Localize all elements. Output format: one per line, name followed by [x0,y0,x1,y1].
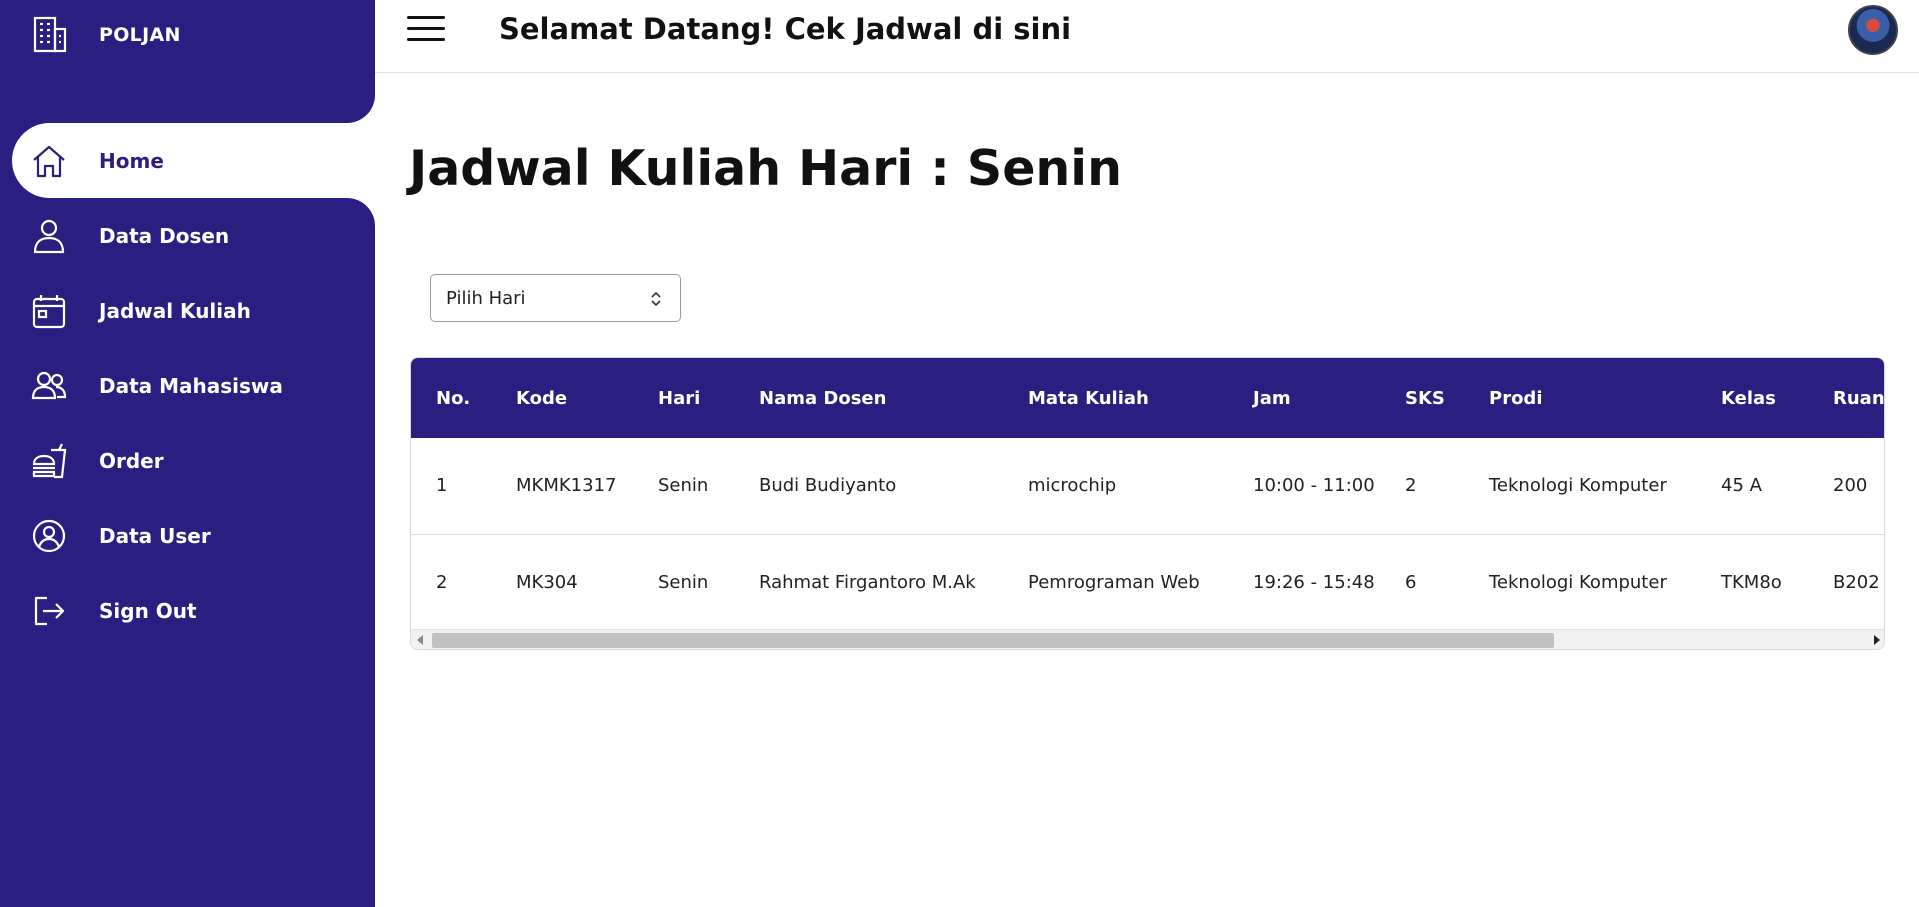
day-select[interactable]: Pilih Hari [430,274,681,322]
brand-label: POLJAN [99,24,181,46]
avatar[interactable] [1848,5,1898,55]
column-header: Nama Dosen [759,387,887,409]
column-header: Mata Kuliah [1028,387,1149,409]
table-header-row: No. Kode Hari Nama Dosen Mata Kuliah Jam… [411,358,1885,438]
table-row: 1 MKMK1317 Senin Budi Budiyanto microchi… [411,438,1884,534]
table-row: 2 MK304 Senin Rahmat Firgantoro M.Ak Pem… [411,533,1884,630]
column-header: Jam [1253,387,1291,409]
sidebar-item-data-user[interactable]: Data User [0,498,375,573]
sidebar-item-sign-out[interactable]: Sign Out [0,573,375,648]
sidebar-item-label: Data Mahasiswa [99,374,283,398]
fastfood-icon [32,443,67,479]
table-cell: MKMK1317 [516,475,617,497]
sidebar-item-jadwal-kuliah[interactable]: Jadwal Kuliah [0,273,375,348]
brand[interactable]: POLJAN [0,0,375,123]
page-title: Jadwal Kuliah Hari : Senin [409,140,1122,197]
schedule-table-container: No. Kode Hari Nama Dosen Mata Kuliah Jam… [410,357,1885,650]
sidebar-item-data-dosen[interactable]: Data Dosen [0,198,375,273]
column-header: Hari [658,387,701,409]
sidebar-item-order[interactable]: Order [0,423,375,498]
column-header: No. [436,387,471,409]
schedule-table: No. Kode Hari Nama Dosen Mata Kuliah Jam… [411,358,1885,630]
table-cell: 45 A [1721,475,1762,497]
table-cell: Pemrograman Web [1003,533,1228,630]
column-header: Ruang [1833,387,1885,409]
sidebar-item-label: Data Dosen [99,224,230,248]
table-cell: Teknologi Komputer [1489,475,1667,497]
table-cell: 1 [436,475,448,497]
top-header: Selamat Datang! Cek Jadwal di sini [375,0,1919,73]
day-select-value: Pilih Hari [446,288,526,309]
user-circle-icon [32,519,66,553]
sidebar-item-label: Data User [99,524,211,548]
table-cell: 2 [411,533,491,630]
table-cell: microchip [1028,475,1117,497]
column-header: SKS [1405,387,1445,409]
scrollbar-thumb[interactable] [432,633,1554,648]
table-cell: 2 [1405,475,1417,497]
column-header: Kode [516,387,568,409]
menu-toggle-icon[interactable] [407,16,445,44]
scroll-right-arrow-icon[interactable] [1874,635,1880,645]
chevron-up-down-icon [651,291,661,307]
user-icon [33,219,65,254]
column-header: Kelas [1721,387,1776,409]
table-cell: B202 [1808,533,1884,630]
sidebar-item-label: Jadwal Kuliah [99,299,251,323]
calendar-icon [32,295,66,329]
horizontal-scrollbar[interactable] [411,629,1884,649]
sidebar-item-home[interactable]: Home [12,123,375,198]
table-cell: MK304 [491,533,633,630]
sidebar-item-label: Order [99,449,164,473]
sidebar-nav: Home Data Dosen Jadwal Kuliah Data Mahas… [0,123,375,648]
table-cell: 19:26 - 15:48 [1228,533,1380,630]
table-cell: 6 [1380,533,1464,630]
sign-out-icon [34,596,65,626]
table-cell: Rahmat Firgantoro M.Ak [734,533,1003,630]
table-cell: 10:00 - 11:00 [1253,475,1375,497]
header-title: Selamat Datang! Cek Jadwal di sini [499,12,1072,46]
home-icon [33,145,65,178]
scroll-left-arrow-icon[interactable] [417,635,423,645]
table-cell: 200 [1833,475,1868,497]
table-cell: Senin [633,533,734,630]
sidebar-item-label: Home [99,149,164,173]
sidebar-item-data-mahasiswa[interactable]: Data Mahasiswa [0,348,375,423]
table-cell: Senin [658,475,709,497]
users-icon [31,371,67,400]
sidebar: POLJAN Home Data Dosen Jadwal Kuliah Dat… [0,0,375,907]
building-icon [33,16,67,53]
table-cell: Teknologi Komputer [1464,533,1696,630]
table-cell: TKM8o [1696,533,1808,630]
table-cell: Budi Budiyanto [759,475,897,497]
column-header: Prodi [1489,387,1543,409]
sidebar-item-label: Sign Out [99,599,197,623]
